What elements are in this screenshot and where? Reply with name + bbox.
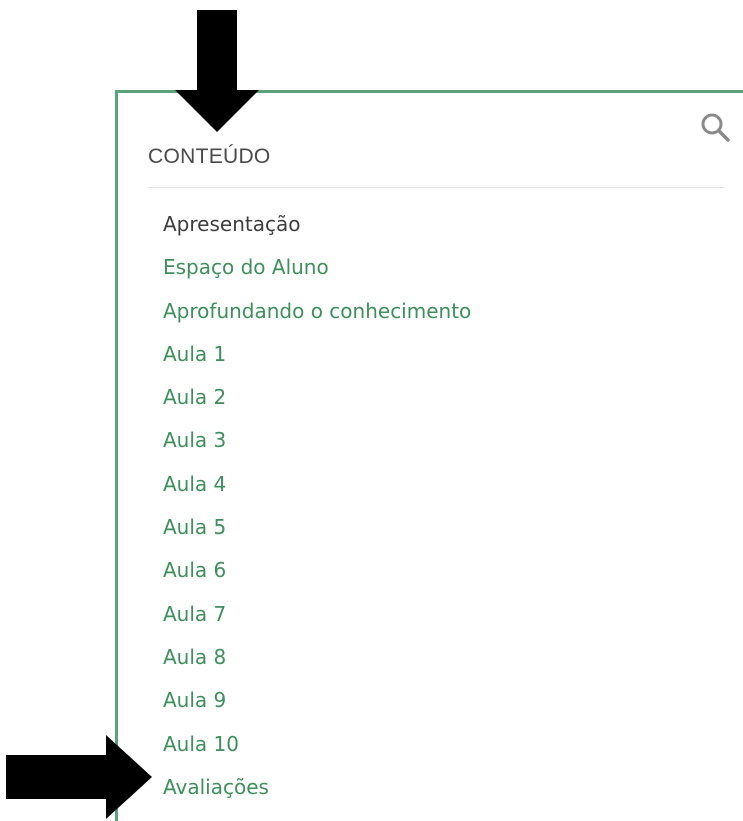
menu-item-aula-2[interactable]: Aula 2 <box>163 382 471 425</box>
screenshot-stage: CONTEÚDO Apresentação Espaço do Aluno Ap… <box>0 0 743 821</box>
menu-item-aula-6[interactable]: Aula 6 <box>163 555 471 598</box>
menu-item-aprofundando-o-conhecimento[interactable]: Aprofundando o conhecimento <box>163 296 471 339</box>
menu-item-espaco-do-aluno[interactable]: Espaço do Aluno <box>163 252 471 295</box>
menu-item-aula-4[interactable]: Aula 4 <box>163 469 471 512</box>
menu-item-aula-7[interactable]: Aula 7 <box>163 599 471 642</box>
search-icon[interactable] <box>699 111 731 143</box>
arrow-down-icon <box>175 10 259 132</box>
menu-item-aula-5[interactable]: Aula 5 <box>163 512 471 555</box>
menu-item-aula-3[interactable]: Aula 3 <box>163 425 471 468</box>
menu-item-aula-9[interactable]: Aula 9 <box>163 685 471 728</box>
menu-item-aula-1[interactable]: Aula 1 <box>163 339 471 382</box>
content-sidebar: CONTEÚDO Apresentação Espaço do Aluno Ap… <box>115 90 743 821</box>
content-menu: Apresentação Espaço do Aluno Aprofundand… <box>163 209 471 815</box>
arrow-right-icon <box>6 735 152 819</box>
menu-item-aula-8[interactable]: Aula 8 <box>163 642 471 685</box>
sidebar-header: CONTEÚDO <box>148 145 271 168</box>
menu-item-aula-10[interactable]: Aula 10 <box>163 729 471 772</box>
header-divider <box>148 187 725 188</box>
menu-item-avaliacoes[interactable]: Avaliações <box>163 772 471 815</box>
menu-item-apresentacao[interactable]: Apresentação <box>163 209 471 252</box>
